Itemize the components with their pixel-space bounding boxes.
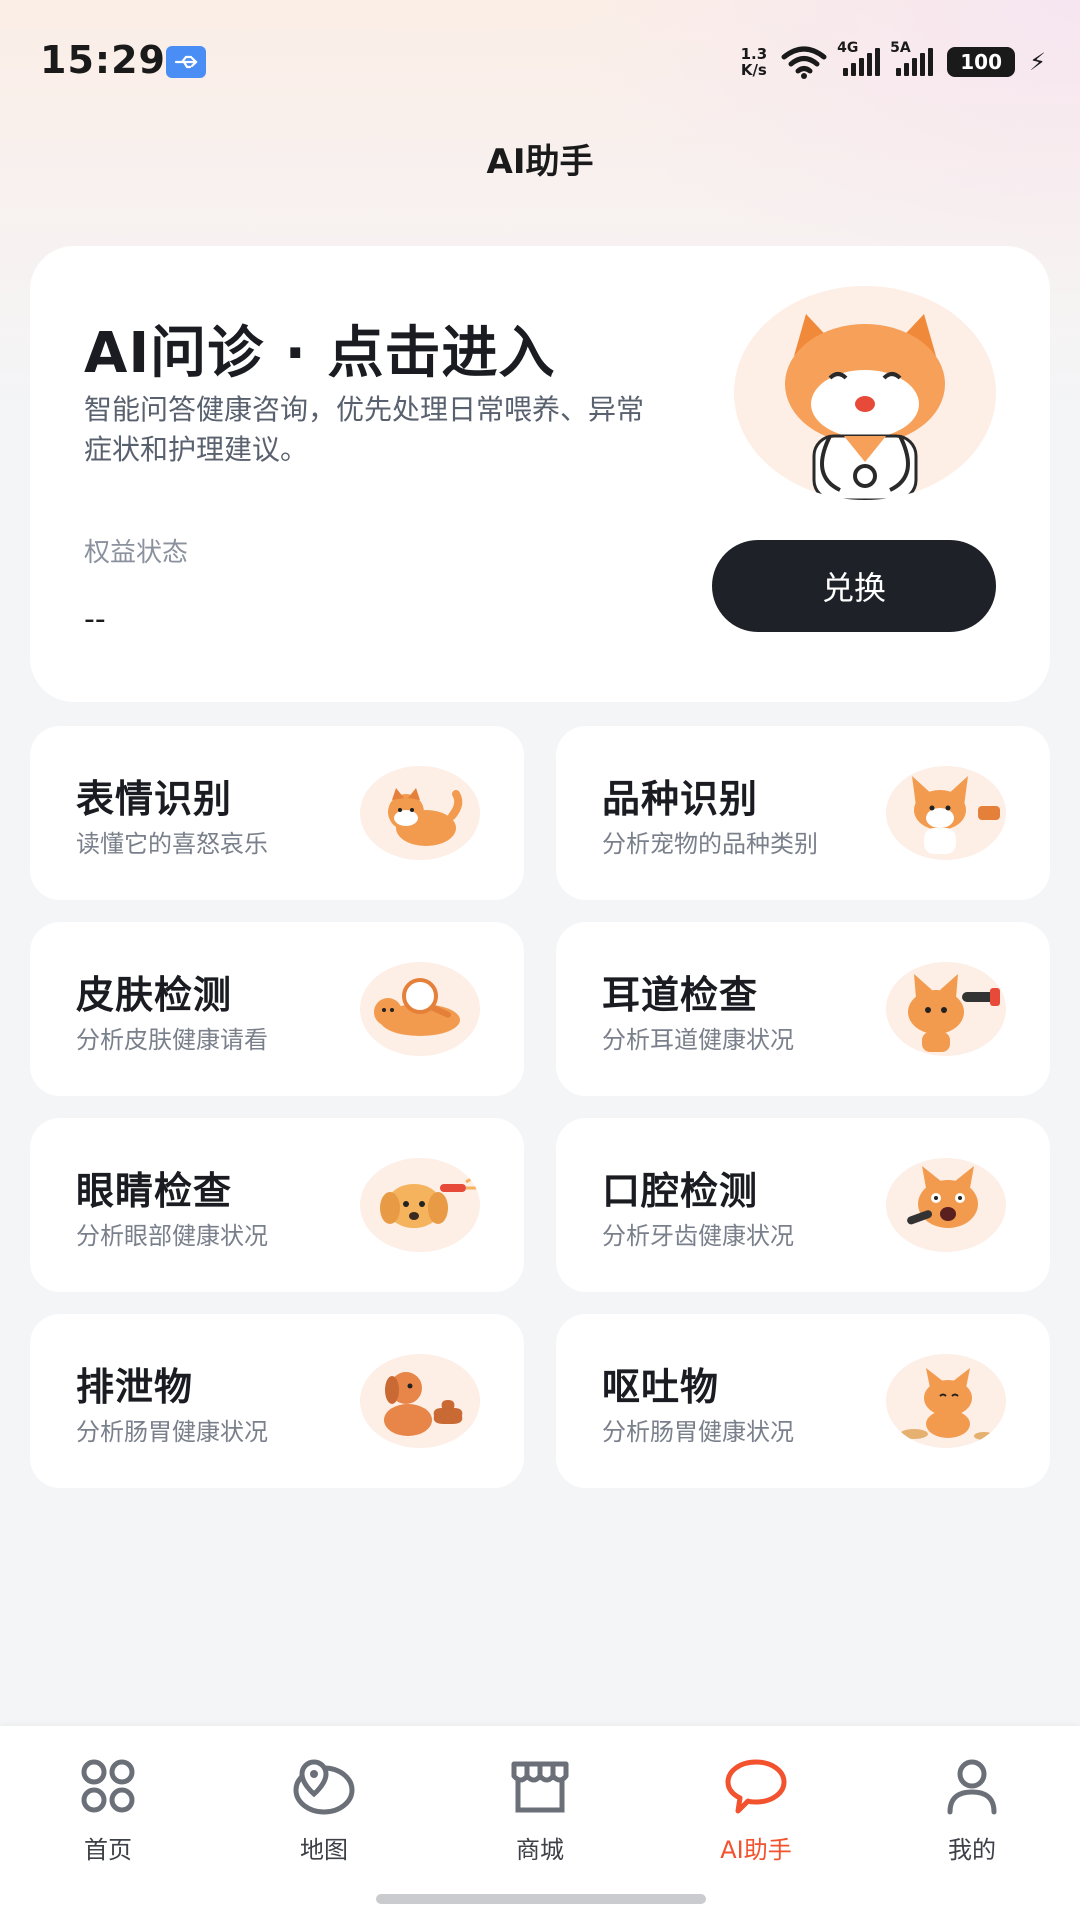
chat-bubble-icon [725,1759,787,1814]
profile-icon [947,1759,997,1815]
feature-card-oral[interactable]: 口腔检测 分析牙齿健康状况 [556,1118,1050,1292]
feature-title: 表情识别 [76,777,233,821]
redeem-button[interactable]: 兑换 [712,540,996,632]
tab-ai-assistant[interactable]: AI助手 [648,1756,864,1886]
hero-description: 智能问答健康咨询，优先处理日常喂养、异常症状和护理建议。 [84,393,645,466]
feature-subtitle: 分析牙齿健康状况 [602,1222,794,1250]
charging-icon: ⚡ [1029,48,1046,76]
tab-label: 我的 [948,1836,996,1864]
feature-subtitle: 分析耳道健康状况 [602,1026,794,1054]
benefit-value: -- [84,602,106,637]
cat-vomit-illustration [886,1354,1006,1448]
status-time: 15:29 [40,38,166,82]
tab-profile[interactable]: 我的 [864,1756,1080,1886]
cat-doctor-illustration [734,286,996,500]
feature-subtitle: 分析肠胃健康状况 [602,1418,794,1446]
usb-icon [166,46,206,78]
home-grid-icon [81,1759,135,1813]
puppy-flashlight-illustration [360,1158,480,1252]
feature-subtitle: 分析宠物的品种类别 [602,830,818,858]
feature-subtitle: 读懂它的喜怒哀乐 [76,830,268,858]
feature-title: 耳道检查 [602,973,759,1017]
cat-mouth-illustration [886,1158,1006,1252]
tab-label: 地图 [300,1836,348,1864]
feature-card-breed[interactable]: 品种识别 分析宠物的品种类别 [556,726,1050,900]
feature-title: 排泄物 [76,1365,194,1409]
hero-title: AI问诊 · 点击进入 [84,321,556,386]
map-pin-icon [293,1759,355,1815]
wifi-icon [781,46,827,79]
battery-icon: 100 [947,47,1016,77]
feature-subtitle: 分析肠胃健康状况 [76,1418,268,1446]
feature-card-skin[interactable]: 皮肤检测 分析皮肤健康请看 [30,922,524,1096]
dog-poop-illustration [360,1354,480,1448]
cat-magnifier-illustration [360,962,480,1056]
shiba-illustration [360,766,480,860]
tab-store[interactable]: 商城 [432,1756,648,1886]
feature-subtitle: 分析眼部健康状况 [76,1222,268,1250]
tab-label: 商城 [516,1836,564,1864]
page-title: AI助手 [486,142,594,182]
home-indicator[interactable] [376,1894,706,1904]
feature-card-expression[interactable]: 表情识别 读懂它的喜怒哀乐 [30,726,524,900]
feature-title: 眼睛检查 [76,1169,233,1213]
bottom-tab-bar: 首页 地图 商城 AI助手 我的 [0,1726,1080,1920]
feature-card-eye[interactable]: 眼睛检查 分析眼部健康状况 [30,1118,524,1292]
tab-home[interactable]: 首页 [0,1756,216,1886]
feature-title: 口腔检测 [602,1169,759,1213]
ai-consultation-card[interactable]: AI问诊 · 点击进入 智能问答健康咨询，优先处理日常喂养、异常症状和护理建议。… [30,246,1050,702]
status-bar: 15:29 1.3 K/s 4G 5A 100 ⚡ [0,0,1080,120]
network-speed: 1.3 K/s [740,45,768,79]
store-icon [511,1761,569,1813]
benefit-label: 权益状态 [84,538,189,568]
feature-title: 皮肤检测 [76,973,233,1017]
corgi-illustration [886,766,1006,860]
feature-card-vomit[interactable]: 呕吐物 分析肠胃健康状况 [556,1314,1050,1488]
tab-label: AI助手 [720,1836,792,1864]
feature-title: 呕吐物 [602,1365,720,1409]
feature-title: 品种识别 [602,777,759,821]
feature-subtitle: 分析皮肤健康请看 [76,1026,268,1054]
cat-otoscope-illustration [886,962,1006,1056]
signal-icon: 5A [890,40,934,76]
feature-card-excrement[interactable]: 排泄物 分析肠胃健康状况 [30,1314,524,1488]
signal-icon: 4G [837,40,881,76]
tab-label: 首页 [84,1836,132,1864]
tab-map[interactable]: 地图 [216,1756,432,1886]
feature-card-ear[interactable]: 耳道检查 分析耳道健康状况 [556,922,1050,1096]
